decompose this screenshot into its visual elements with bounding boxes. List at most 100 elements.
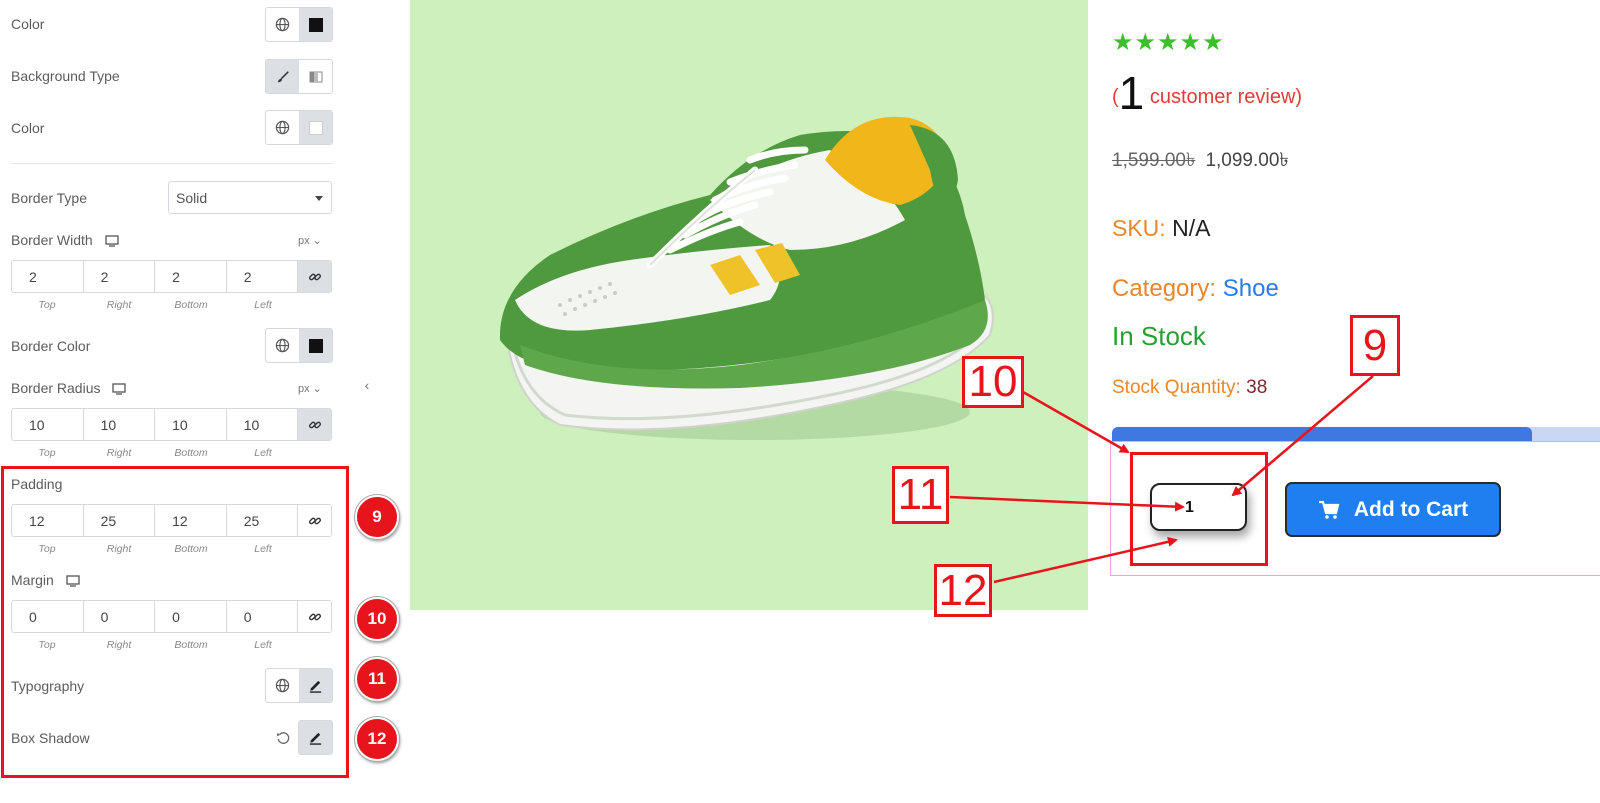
- sku-label: SKU:: [1112, 215, 1166, 241]
- category-label: Category:: [1112, 275, 1217, 302]
- black-swatch: [308, 17, 323, 32]
- price: 1,599.00৳ 1,099.00৳: [1112, 146, 1289, 178]
- border-radius-side-labels: Top Right Bottom Left: [11, 447, 299, 459]
- border-radius-top[interactable]: 10: [12, 409, 84, 440]
- rating-stars: ★★★★★: [1112, 29, 1225, 56]
- globe-icon: [275, 120, 290, 135]
- side-label-bottom: Bottom: [174, 447, 208, 459]
- color-swatch-button[interactable]: [299, 8, 332, 41]
- border-width-unit[interactable]: px ⌄: [298, 234, 322, 247]
- stock-quantity: Stock Quantity: 38: [1112, 377, 1267, 399]
- border-width-text: Border Width: [11, 232, 93, 248]
- link-values-button[interactable]: [298, 261, 331, 292]
- annotation-label-10: 10: [962, 356, 1024, 408]
- product-image: [410, 0, 1088, 610]
- add-to-cart-button[interactable]: Add to Cart: [1285, 482, 1501, 537]
- border-radius-right[interactable]: 10: [84, 409, 156, 440]
- sneaker-image: [499, 116, 994, 440]
- highlight-box-quantity: [1130, 452, 1268, 566]
- border-radius-inputs: 10 10 10 10: [11, 408, 332, 441]
- background-type-label: Background Type: [11, 68, 120, 84]
- review-text: customer review): [1149, 86, 1303, 108]
- border-type-label: Border Type: [11, 190, 88, 206]
- border-color-label: Border Color: [11, 338, 91, 354]
- border-width-top[interactable]: 2: [12, 261, 84, 292]
- desktop-icon[interactable]: [104, 235, 119, 247]
- background-type-control: [265, 59, 333, 94]
- highlight-box-settings: [1, 466, 349, 778]
- border-radius-bottom[interactable]: 10: [155, 409, 227, 440]
- globe-icon: [275, 17, 290, 32]
- border-width-right[interactable]: 2: [84, 261, 156, 292]
- customer-review-link[interactable]: (1 customer review): [1112, 66, 1302, 120]
- side-label-bottom: Bottom: [174, 299, 208, 311]
- step-badge-12: 12: [355, 717, 399, 761]
- color-swatch-button-2[interactable]: [299, 111, 332, 144]
- screen: Color Background Type Color Border Type: [0, 0, 1600, 803]
- divider: [11, 163, 333, 164]
- annotation-label-11: 11: [892, 466, 949, 524]
- side-label-top: Top: [38, 299, 56, 311]
- annotation-label-12: 12: [934, 564, 992, 617]
- chevron-down-icon: [315, 196, 323, 201]
- border-width-side-labels: Top Right Bottom Left: [11, 299, 299, 311]
- annotation-label-9: 9: [1350, 315, 1400, 376]
- border-radius-unit[interactable]: px ⌄: [298, 382, 322, 395]
- link-values-button[interactable]: [298, 409, 331, 440]
- category: Category: Shoe: [1112, 275, 1279, 303]
- link-icon: [308, 421, 321, 428]
- border-width-label: Border Width: [11, 232, 119, 248]
- stock-quantity-label: Stock Quantity:: [1112, 377, 1241, 398]
- link-icon: [308, 273, 321, 280]
- review-count: 1: [1118, 67, 1145, 119]
- sku-value: N/A: [1172, 215, 1211, 241]
- classic-brush-button[interactable]: [266, 60, 299, 93]
- sale-price: 1,099.00৳: [1205, 150, 1289, 171]
- side-label-left: Left: [254, 299, 272, 311]
- step-badge-10: 10: [355, 597, 399, 641]
- review-open-paren: (: [1112, 86, 1119, 108]
- desktop-icon[interactable]: [112, 383, 127, 395]
- border-type-value: Solid: [176, 190, 208, 206]
- global-colors-button-3[interactable]: [266, 329, 299, 362]
- globe-icon: [275, 338, 290, 353]
- border-type-select[interactable]: Solid: [168, 181, 332, 214]
- step-badge-11: 11: [355, 657, 399, 701]
- sku: SKU: N/A: [1112, 215, 1210, 242]
- color-label: Color: [11, 16, 45, 32]
- stock-progress-fill: [1112, 427, 1532, 442]
- color-control: [265, 7, 333, 42]
- border-color-control: [265, 328, 333, 363]
- stock-status: In Stock: [1112, 321, 1206, 351]
- side-label-right: Right: [106, 447, 132, 459]
- old-price: 1,599.00৳: [1112, 150, 1196, 171]
- color-label-2: Color: [11, 120, 45, 136]
- unit-text: px: [298, 383, 310, 395]
- border-radius-text: Border Radius: [11, 380, 101, 396]
- black-swatch: [308, 338, 323, 353]
- category-link[interactable]: Shoe: [1223, 275, 1279, 302]
- add-to-cart-label: Add to Cart: [1353, 497, 1469, 521]
- global-colors-button[interactable]: [266, 8, 299, 41]
- cart-icon: [1318, 500, 1340, 519]
- stock-quantity-value: 38: [1246, 377, 1268, 398]
- side-label-top: Top: [38, 447, 56, 459]
- border-color-swatch[interactable]: [299, 329, 332, 362]
- side-label-left: Left: [254, 447, 272, 459]
- global-colors-button-2[interactable]: [266, 111, 299, 144]
- chevron-left-icon: ‹: [364, 377, 370, 393]
- border-width-bottom[interactable]: 2: [155, 261, 227, 292]
- gradient-button[interactable]: [299, 60, 332, 93]
- border-width-left[interactable]: 2: [227, 261, 299, 292]
- gradient-icon: [309, 71, 322, 82]
- brush-icon: [277, 70, 289, 82]
- white-swatch: [308, 120, 323, 135]
- border-radius-label: Border Radius: [11, 380, 127, 396]
- collapse-panel-button[interactable]: ‹: [356, 352, 378, 418]
- step-badge-9: 9: [355, 495, 399, 539]
- border-radius-left[interactable]: 10: [227, 409, 299, 440]
- border-width-inputs: 2 2 2 2: [11, 260, 332, 293]
- color-control-2: [265, 110, 333, 145]
- unit-text: px: [298, 235, 310, 247]
- side-label-right: Right: [106, 299, 132, 311]
